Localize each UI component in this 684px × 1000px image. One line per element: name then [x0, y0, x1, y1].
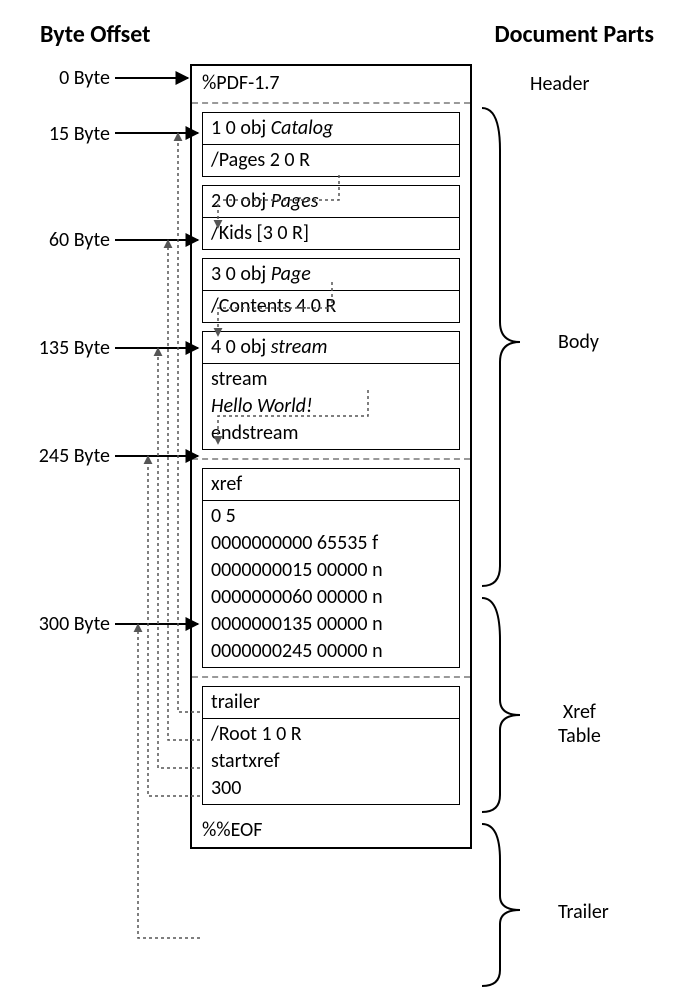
offset-300: 300 Byte: [20, 612, 110, 636]
obj-4-id: 4 0 obj: [211, 335, 271, 359]
trailer-root: /Root 1 0 R: [211, 721, 451, 748]
obj-2-pages: 2 0 obj Pages /Kids [3 0 R]: [202, 185, 460, 250]
obj-4-stream: 4 0 obj stream stream Hello World! endst…: [202, 331, 460, 450]
stream-content: Hello World!: [211, 393, 451, 420]
xref-block: xref 0 5 0000000000 65535 f 0000000015 0…: [202, 468, 460, 668]
xref-entry-1: 0000000015 00000 n: [211, 557, 451, 584]
obj-3-page: 3 0 obj Page /Contents 4 0 R: [202, 258, 460, 323]
obj-3-head: 3 0 obj Page: [203, 259, 459, 291]
xref-entry-0: 0000000000 65535 f: [211, 530, 451, 557]
label-trailer: Trailer: [558, 900, 609, 924]
xref-entry-2: 0000000060 00000 n: [211, 584, 451, 611]
label-body: Body: [558, 330, 599, 354]
obj-4-head: 4 0 obj stream: [203, 332, 459, 364]
document-structure: %PDF-1.7 1 0 obj Catalog /Pages 2 0 R 2 …: [190, 64, 472, 849]
title-byte-offset: Byte Offset: [40, 20, 150, 49]
offset-245: 245 Byte: [20, 444, 110, 468]
eof-line: %%EOF: [192, 813, 470, 847]
label-xref-table: Xref Table: [558, 700, 601, 748]
obj-1-catalog: 1 0 obj Catalog /Pages 2 0 R: [202, 112, 460, 177]
xref-count: 0 5: [211, 503, 451, 530]
stream-end: endstream: [211, 420, 451, 447]
obj-2-id: 2 0 obj: [211, 189, 271, 213]
obj-1-head: 1 0 obj Catalog: [203, 113, 459, 145]
obj-4-type: stream: [271, 335, 328, 359]
label-header: Header: [530, 72, 589, 96]
offset-0: 0 Byte: [20, 66, 110, 90]
obj-3-type: Page: [271, 262, 311, 286]
separator: [192, 102, 470, 104]
offset-60: 60 Byte: [20, 228, 110, 252]
xref-entry-4: 0000000245 00000 n: [211, 638, 451, 665]
separator: [192, 676, 470, 678]
separator: [192, 458, 470, 460]
obj-3-id: 3 0 obj: [211, 262, 271, 286]
title-document-parts: Document Parts: [494, 20, 654, 49]
trailer-body: /Root 1 0 R startxref 300: [203, 719, 459, 804]
offset-15: 15 Byte: [20, 122, 110, 146]
obj-2-body: /Kids [3 0 R]: [203, 218, 459, 249]
offset-135: 135 Byte: [20, 336, 110, 360]
xref-entries: 0 5 0000000000 65535 f 0000000015 00000 …: [203, 501, 459, 667]
header-line: %PDF-1.7: [192, 66, 470, 100]
stream-begin: stream: [211, 366, 451, 393]
obj-2-type: Pages: [271, 189, 319, 213]
trailer-block: trailer /Root 1 0 R startxref 300: [202, 686, 460, 805]
xref-entry-3: 0000000135 00000 n: [211, 611, 451, 638]
obj-4-body: stream Hello World! endstream: [203, 364, 459, 449]
trailer-offset: 300: [211, 775, 451, 802]
trailer-startxref: startxref: [211, 748, 451, 775]
xref-title: xref: [203, 469, 459, 501]
obj-1-body: /Pages 2 0 R: [203, 145, 459, 176]
obj-2-head: 2 0 obj Pages: [203, 186, 459, 218]
obj-3-body: /Contents 4 0 R: [203, 291, 459, 322]
obj-1-type: Catalog: [271, 116, 334, 140]
obj-1-id: 1 0 obj: [211, 116, 271, 140]
trailer-title: trailer: [203, 687, 459, 719]
